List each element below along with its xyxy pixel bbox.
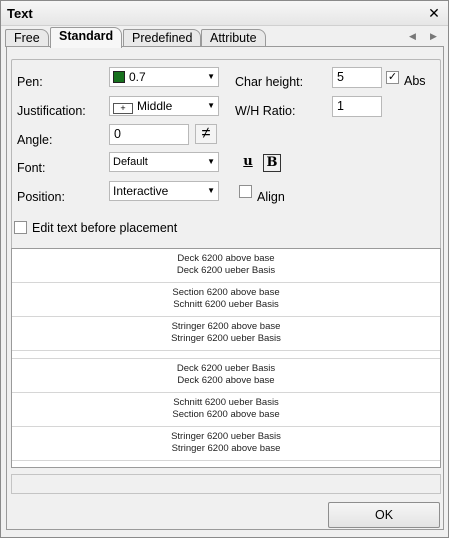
angle-toggle-button[interactable]: ≠ [195, 124, 217, 144]
tab-free[interactable]: Free [5, 29, 49, 47]
list-item-line1: Schnitt 6200 ueber Basis [173, 397, 279, 408]
close-icon[interactable]: ✕ [426, 5, 442, 21]
tab-predefined[interactable]: Predefined [123, 29, 202, 47]
status-bar [11, 474, 441, 494]
align-label: Align [257, 190, 285, 204]
pen-label: Pen: [17, 75, 43, 89]
list-item[interactable]: Section 6200 above base Schnitt 6200 ueb… [12, 283, 440, 317]
justification-value: Middle [137, 99, 173, 113]
list-item-line2: Schnitt 6200 ueber Basis [173, 299, 279, 310]
font-select[interactable]: Default ▼ [109, 152, 219, 172]
title-bar: Text ✕ [1, 1, 448, 26]
position-select[interactable]: Interactive ▼ [109, 181, 219, 201]
edit-before-placement-checkbox[interactable] [14, 221, 27, 234]
list-item-line2: Stringer 6200 ueber Basis [171, 333, 281, 344]
abs-label: Abs [404, 74, 426, 88]
wh-ratio-input[interactable]: 1 [332, 96, 382, 117]
chevron-down-icon: ▼ [207, 101, 215, 110]
underline-button[interactable]: u [239, 154, 257, 172]
angle-input[interactable]: 0 [109, 124, 189, 145]
standard-tab-panel: Pen: Justification: Angle: Font: Positio… [6, 46, 444, 530]
list-item-line1: Section 6200 above base [172, 287, 280, 298]
dialog-title: Text [7, 6, 33, 21]
list-item-line2: Stringer 6200 above base [171, 443, 281, 454]
angle-label: Angle: [17, 133, 53, 147]
justification-label: Justification: [17, 104, 86, 118]
position-label: Position: [17, 190, 65, 204]
wh-ratio-label: W/H Ratio: [235, 104, 296, 118]
align-checkbox[interactable] [239, 185, 252, 198]
abs-checkbox[interactable]: ✓ [386, 71, 399, 84]
bold-button[interactable]: B [263, 154, 281, 172]
list-item[interactable]: Deck 6200 above base Deck 6200 ueber Bas… [12, 249, 440, 283]
list-item-line1: Stringer 6200 ueber Basis [171, 431, 281, 442]
list-item-line2: Section 6200 above base [172, 409, 280, 420]
list-item-line1: Deck 6200 ueber Basis [176, 363, 276, 374]
pen-color-swatch [113, 71, 125, 83]
tab-strip: Free Standard Predefined Attribute ◀ ▶ [5, 27, 445, 48]
text-dialog: Text ✕ Free Standard Predefined Attribut… [0, 0, 449, 538]
chevron-down-icon: ▼ [207, 157, 215, 166]
justification-middle-icon: + [113, 103, 133, 114]
edit-before-placement-label: Edit text before placement [32, 221, 178, 235]
tab-scroll-left-icon[interactable]: ◀ [409, 31, 416, 42]
chevron-down-icon: ▼ [207, 72, 215, 81]
pen-value: 0.7 [129, 70, 146, 84]
list-item-line2: Deck 6200 ueber Basis [176, 265, 276, 276]
list-item-line2: Deck 6200 above base [177, 375, 275, 386]
list-separator [12, 351, 440, 359]
list-item[interactable]: Deck 6200 ueber Basis Deck 6200 above ba… [12, 359, 440, 393]
tab-attribute[interactable]: Attribute [201, 29, 266, 47]
char-height-label: Char height: [235, 75, 304, 89]
ok-button[interactable]: OK [328, 502, 440, 528]
char-height-input[interactable]: 5 [332, 67, 382, 88]
list-item[interactable]: Schnitt 6200 ueber Basis Section 6200 ab… [12, 393, 440, 427]
list-item[interactable]: Stringer 6200 above base Stringer 6200 u… [12, 317, 440, 351]
justification-select[interactable]: + Middle ▼ [109, 96, 219, 116]
tab-scroll-right-icon[interactable]: ▶ [430, 31, 437, 42]
chevron-down-icon: ▼ [207, 186, 215, 195]
position-value: Interactive [113, 184, 169, 198]
predefined-text-list[interactable]: Deck 6200 above base Deck 6200 ueber Bas… [11, 248, 441, 468]
list-item-line1: Stringer 6200 above base [171, 321, 281, 332]
list-item[interactable]: Stringer 6200 ueber Basis Stringer 6200 … [12, 427, 440, 461]
font-label: Font: [17, 161, 46, 175]
pen-select[interactable]: 0.7 ▼ [109, 67, 219, 87]
font-value: Default [113, 156, 148, 168]
list-item-line1: Deck 6200 above base [177, 253, 275, 264]
tab-standard[interactable]: Standard [50, 27, 123, 48]
